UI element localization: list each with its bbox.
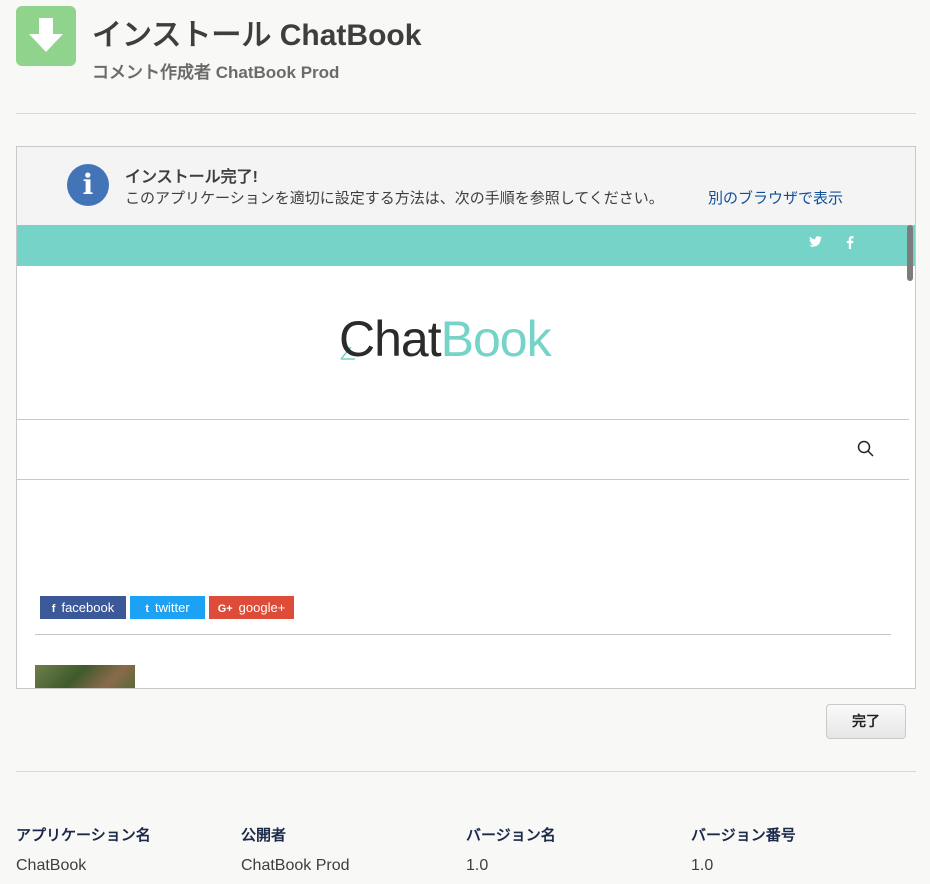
version-name-label: バージョン名 xyxy=(466,827,556,844)
post-thumbnail-image xyxy=(35,665,135,688)
version-number-label: バージョン番号 xyxy=(691,827,796,844)
publisher-label: 公開者 xyxy=(241,827,287,844)
facebook-icon: f xyxy=(51,603,56,615)
share-googleplus-button[interactable]: G+ google+ xyxy=(209,596,294,619)
app-name-value: ChatBook xyxy=(16,857,87,874)
download-app-icon xyxy=(16,6,76,66)
search-icon[interactable] xyxy=(857,440,875,458)
share-twitter-button[interactable]: t twitter xyxy=(130,596,205,619)
install-complete-notice: i インストール完了! このアプリケーションを適切に設定する方法は、次の手順を参… xyxy=(17,147,915,225)
chatbook-logo: ChatBook xyxy=(339,310,552,368)
page-title: インストール ChatBook xyxy=(92,19,422,52)
publisher-value: ChatBook Prod xyxy=(241,857,350,874)
twitter-icon[interactable] xyxy=(809,236,822,247)
preview-frame[interactable]: i インストール完了! このアプリケーションを適切に設定する方法は、次の手順を参… xyxy=(16,146,916,689)
share-label: facebook xyxy=(61,600,115,615)
share-label: twitter xyxy=(155,600,190,615)
divider xyxy=(17,479,909,480)
logo-text-chat: Chat xyxy=(339,311,442,367)
done-button[interactable]: 完了 xyxy=(826,704,906,739)
twitter-icon: t xyxy=(145,603,149,615)
install-page: インストール ChatBook コメント作成者 ChatBook Prod i … xyxy=(0,0,930,884)
page-subtitle: コメント作成者 ChatBook Prod xyxy=(92,63,340,82)
version-name-value: 1.0 xyxy=(466,857,489,874)
info-icon: i xyxy=(67,164,109,206)
share-label: google+ xyxy=(238,600,286,615)
divider xyxy=(17,419,909,420)
app-name-label: アプリケーション名 xyxy=(16,827,151,844)
share-facebook-button[interactable]: f facebook xyxy=(40,596,126,619)
divider xyxy=(35,634,891,635)
notice-body: このアプリケーションを適切に設定する方法は、次の手順を参照してください。 xyxy=(125,190,664,207)
logo-text-book: Book xyxy=(440,311,552,367)
notice-title: インストール完了! xyxy=(125,169,259,186)
header-divider xyxy=(16,113,916,114)
details-divider xyxy=(16,771,916,772)
googleplus-icon: G+ xyxy=(217,603,233,615)
facebook-icon[interactable] xyxy=(846,236,854,249)
open-in-other-browser-link[interactable]: 別のブラウザで表示 xyxy=(708,187,843,208)
scrollbar[interactable] xyxy=(907,225,913,281)
site-top-bar xyxy=(17,225,915,266)
version-number-value: 1.0 xyxy=(691,857,714,874)
